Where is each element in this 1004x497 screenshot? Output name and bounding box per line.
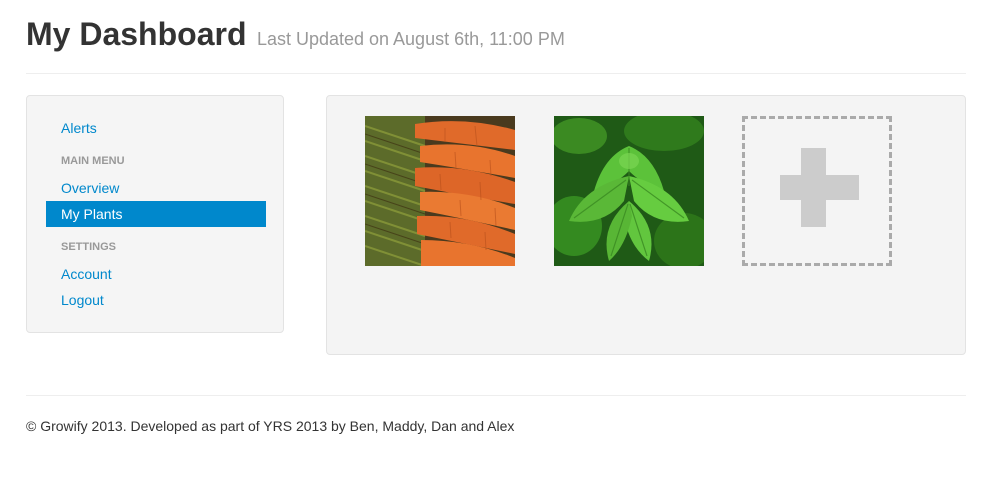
mint-image: [554, 116, 704, 266]
footer-text: © Growify 2013. Developed as part of YRS…: [26, 418, 515, 434]
plants-panel: [326, 95, 966, 355]
main-menu-header: MAIN MENU: [61, 155, 125, 167]
sidebar-item-alerts[interactable]: Alerts: [46, 115, 266, 141]
plant-tile-mint[interactable]: [554, 116, 704, 266]
plant-tile-carrot[interactable]: [365, 116, 515, 266]
add-plant-button[interactable]: [742, 116, 892, 266]
page-title: My Dashboard: [26, 16, 247, 52]
carrot-image: [365, 116, 515, 266]
sidebar-nav: Alerts MAIN MENU Overview My Plants SETT…: [46, 115, 266, 313]
sidebar-item-account[interactable]: Account: [46, 261, 266, 287]
page-header: My Dashboard Last Updated on August 6th,…: [26, 14, 966, 59]
sidebar: Alerts MAIN MENU Overview My Plants SETT…: [26, 95, 284, 333]
sidebar-item-my-plants[interactable]: My Plants: [46, 201, 266, 227]
plus-icon-bar: [780, 175, 859, 200]
sidebar-item-logout[interactable]: Logout: [46, 287, 266, 313]
sidebar-item-overview[interactable]: Overview: [46, 175, 266, 201]
header-divider: [26, 73, 966, 74]
footer-divider: [26, 395, 966, 396]
settings-header: SETTINGS: [61, 241, 117, 253]
last-updated-text: Last Updated on August 6th, 11:00 PM: [256, 29, 565, 49]
